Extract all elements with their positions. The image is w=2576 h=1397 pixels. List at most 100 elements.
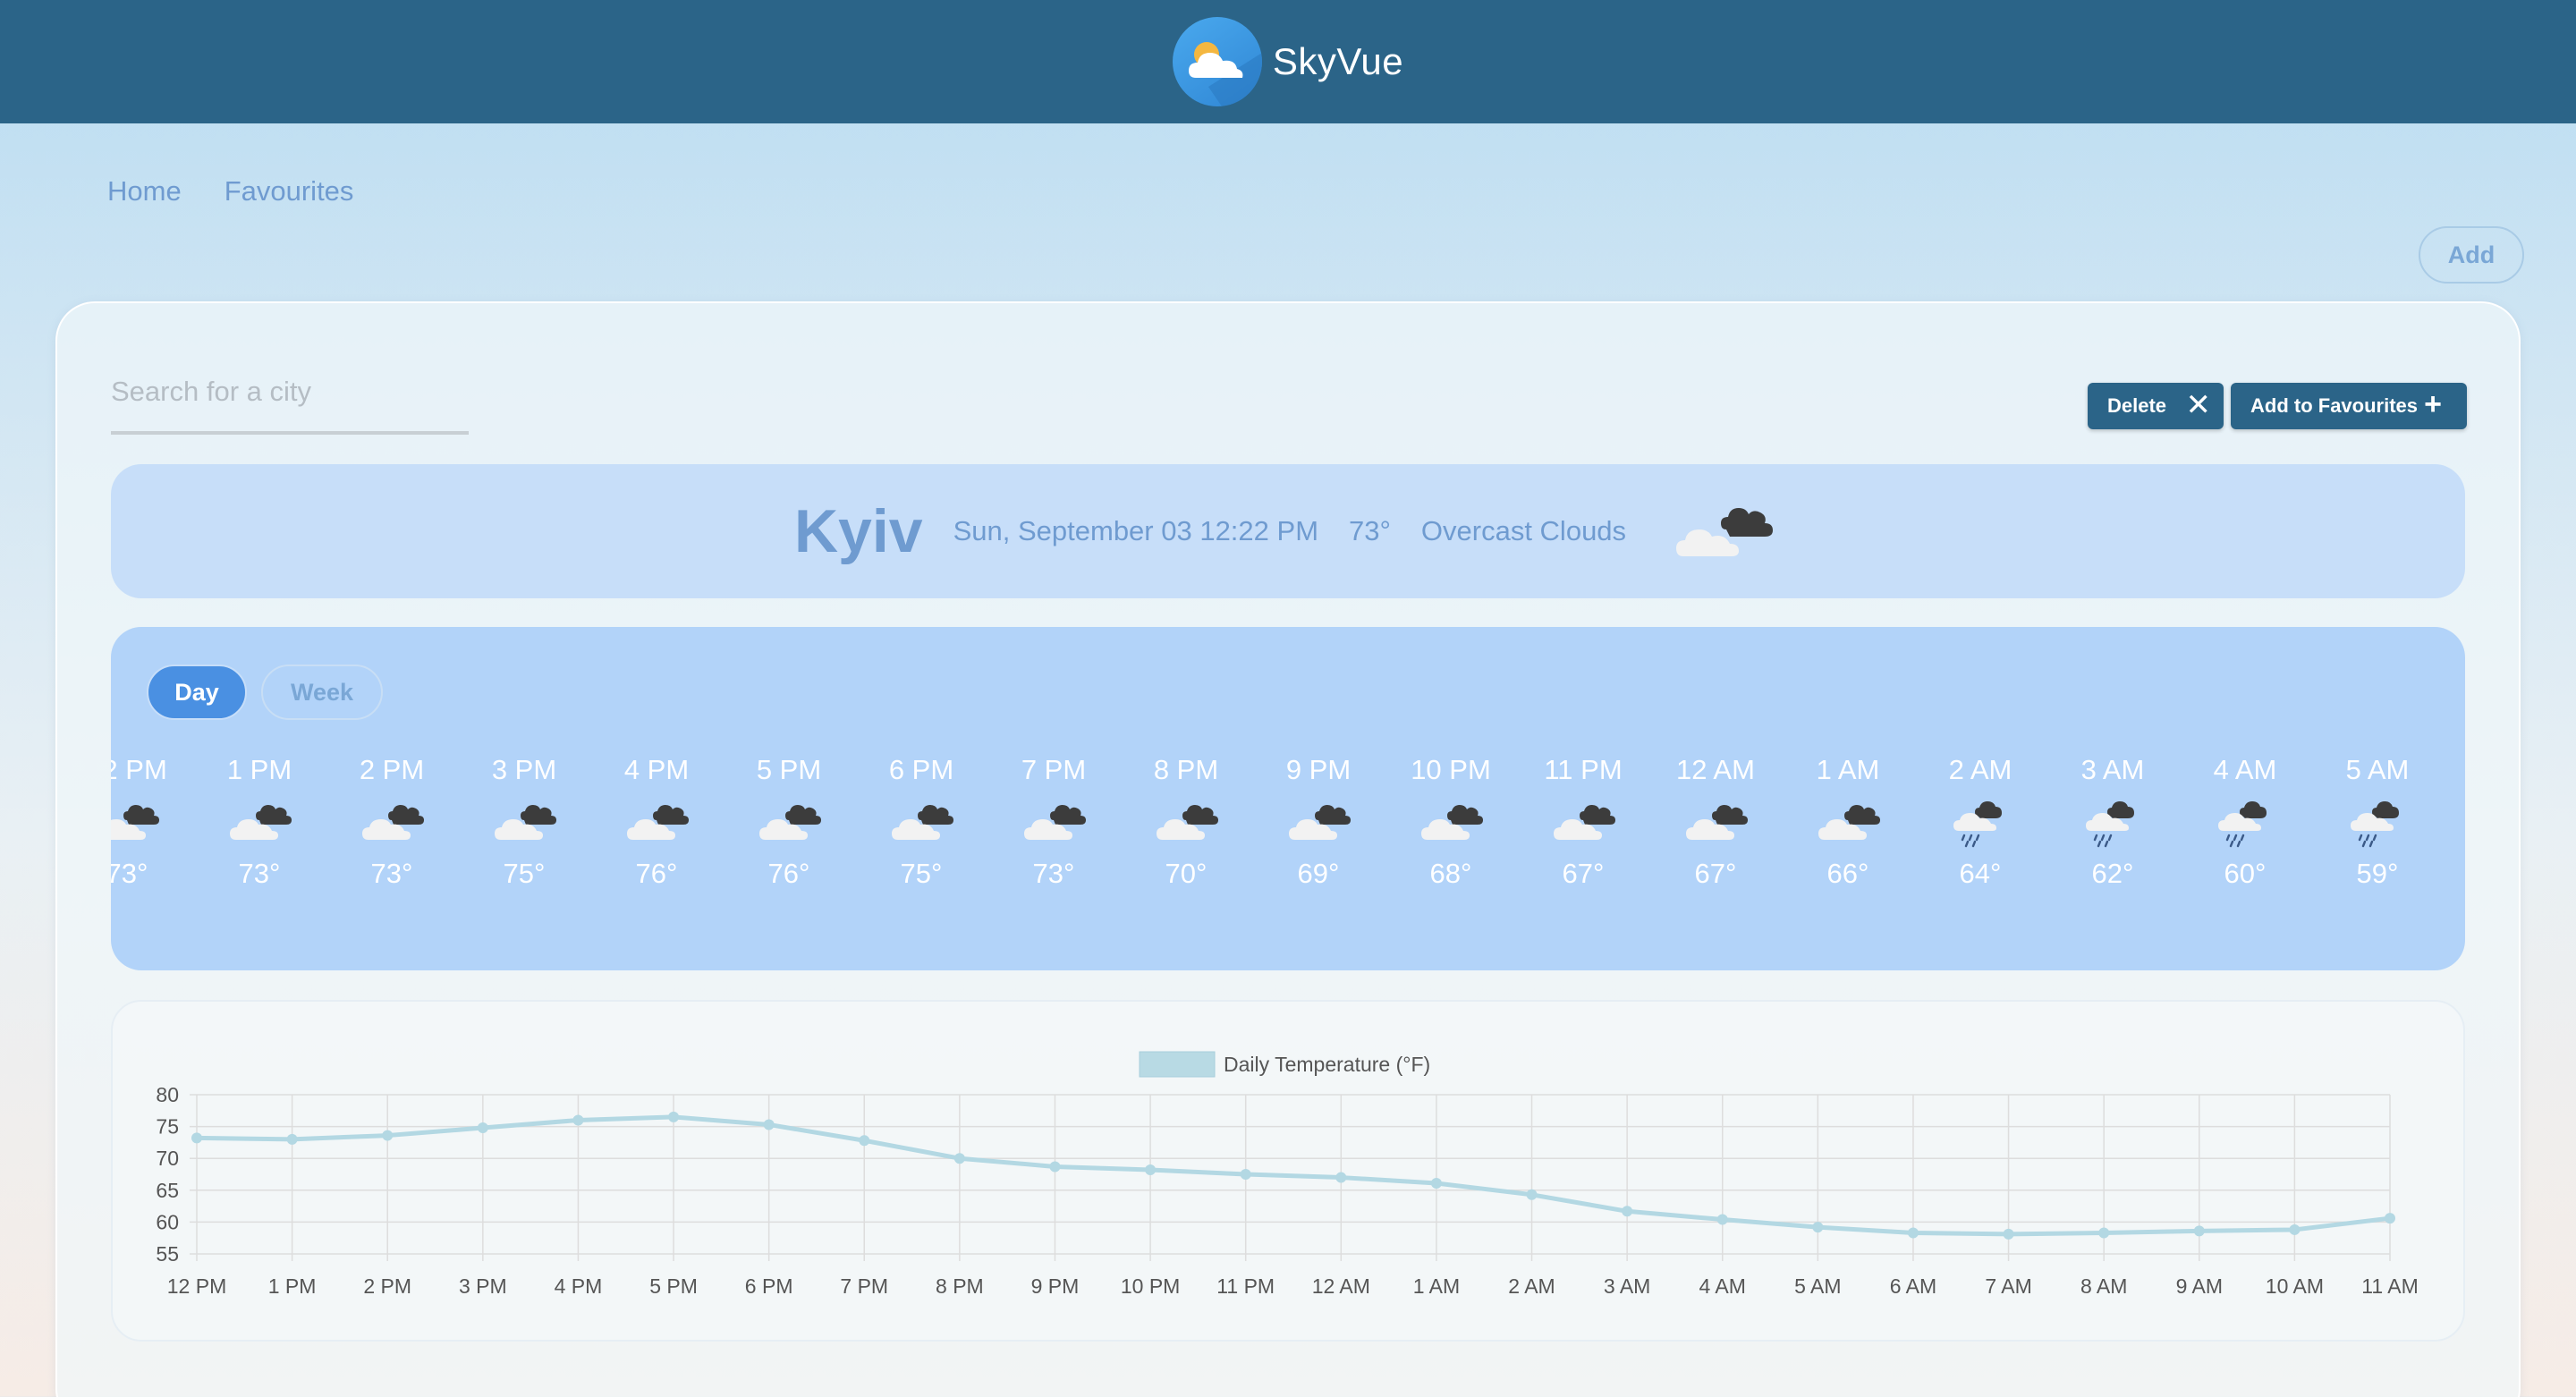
hourly-forecast-item: 2 PM 73° bbox=[326, 752, 458, 892]
x-tick-label: 10 AM bbox=[2266, 1274, 2324, 1298]
hour-time: 4 AM bbox=[2213, 754, 2277, 785]
x-tick-label: 5 PM bbox=[649, 1274, 698, 1298]
x-tick-label: 3 AM bbox=[1604, 1274, 1650, 1298]
plus-icon: + bbox=[2424, 387, 2442, 421]
data-point bbox=[1145, 1164, 1157, 1176]
hour-temp: 76° bbox=[767, 858, 810, 889]
hour-temp: 60° bbox=[2224, 858, 2267, 889]
search-input[interactable]: Search for a city bbox=[111, 358, 469, 435]
brand[interactable]: SkyVue bbox=[1172, 17, 1404, 106]
hour-temp: 73° bbox=[370, 858, 413, 889]
hour-time: 12 AM bbox=[1676, 754, 1755, 785]
hourly-forecast-item: 5 PM 76° bbox=[723, 752, 855, 892]
x-tick-label: 10 PM bbox=[1121, 1274, 1180, 1298]
hour-temp: 73° bbox=[111, 858, 148, 889]
current-condition: Overcast Clouds bbox=[1420, 515, 1627, 546]
y-tick-label: 70 bbox=[156, 1147, 179, 1170]
rain-cloud-icon bbox=[1914, 788, 2046, 856]
add-to-favourites-button[interactable]: Add to Favourites + bbox=[2231, 383, 2467, 429]
tab-day[interactable]: Day bbox=[147, 665, 247, 720]
data-point bbox=[191, 1132, 202, 1144]
rain-cloud-icon bbox=[2046, 788, 2179, 856]
legend-label: Daily Temperature (°F) bbox=[1224, 1053, 1430, 1076]
hour-temp: 75° bbox=[503, 858, 546, 889]
hour-time: 12 PM bbox=[111, 754, 167, 785]
x-tick-label: 9 AM bbox=[2176, 1274, 2223, 1298]
data-point bbox=[2003, 1228, 2014, 1240]
x-tick-label: 11 PM bbox=[1216, 1274, 1275, 1298]
nav-home[interactable]: Home bbox=[107, 175, 182, 207]
hour-temp: 59° bbox=[2356, 858, 2399, 889]
cloud-icon bbox=[1120, 788, 1252, 856]
hourly-forecast-list: 12 PM73°1 PM73°2 PM73°3 PM75°4 PM76°5 PM… bbox=[111, 752, 2465, 931]
x-tick-label: 11 AM bbox=[2361, 1274, 2419, 1298]
data-point bbox=[1716, 1214, 1728, 1225]
hour-time: 9 PM bbox=[1285, 754, 1352, 785]
hourly-forecast-item: 10 PM 68° bbox=[1385, 752, 1517, 892]
cloud-icon bbox=[1782, 788, 1914, 856]
y-tick-label: 60 bbox=[156, 1210, 179, 1233]
hourly-forecast-item: 12 AM 67° bbox=[1649, 752, 1782, 892]
data-point bbox=[1526, 1189, 1538, 1200]
hourly-forecast-item: 12 PM 73° bbox=[111, 752, 193, 892]
overcast-clouds-icon bbox=[1674, 494, 1782, 570]
hour-time: 1 AM bbox=[1816, 754, 1880, 785]
x-tick-label: 9 PM bbox=[1031, 1274, 1080, 1298]
hourly-forecast-item: 6 PM 75° bbox=[855, 752, 987, 892]
cloud-icon bbox=[855, 788, 987, 856]
x-tick-label: 4 AM bbox=[1699, 1274, 1746, 1298]
x-tick-label: 12 PM bbox=[167, 1274, 226, 1298]
y-tick-label: 75 bbox=[156, 1115, 179, 1139]
cloud-icon bbox=[987, 788, 1120, 856]
x-tick-label: 12 AM bbox=[1312, 1274, 1370, 1298]
hourly-forecast-item: 3 PM 75° bbox=[458, 752, 590, 892]
hourly-forecast-item: 11 PM 67° bbox=[1517, 752, 1649, 892]
header-bar: SkyVue bbox=[0, 0, 2576, 123]
data-point bbox=[668, 1111, 680, 1122]
hourly-forecast-item: 4 AM 60° bbox=[2179, 752, 2311, 892]
hourly-forecast-item: 7 PM 73° bbox=[987, 752, 1120, 892]
close-icon: ✕ bbox=[2185, 388, 2212, 422]
rain-cloud-icon bbox=[2179, 788, 2311, 856]
data-point bbox=[763, 1119, 775, 1130]
y-tick-label: 55 bbox=[156, 1242, 179, 1266]
x-tick-label: 1 AM bbox=[1413, 1274, 1460, 1298]
cloud-icon bbox=[1252, 788, 1385, 856]
delete-button[interactable]: Delete ✕ bbox=[2088, 383, 2224, 429]
hour-temp: 64° bbox=[1959, 858, 2002, 889]
x-tick-label: 3 PM bbox=[459, 1274, 507, 1298]
tab-week[interactable]: Week bbox=[261, 665, 383, 720]
hourly-forecast-item: 9 PM 69° bbox=[1252, 752, 1385, 892]
main-nav: Home Favourites bbox=[107, 175, 353, 207]
hourly-forecast-item: 8 PM 70° bbox=[1120, 752, 1252, 892]
cloud-icon bbox=[1385, 788, 1517, 856]
hour-temp: 69° bbox=[1297, 858, 1340, 889]
hourly-forecast-item: 2 AM 64° bbox=[1914, 752, 2046, 892]
hour-temp: 75° bbox=[900, 858, 943, 889]
x-tick-label: 1 PM bbox=[268, 1274, 317, 1298]
cloud-icon bbox=[326, 788, 458, 856]
data-point bbox=[2289, 1223, 2301, 1235]
hour-time: 1 PM bbox=[226, 754, 292, 785]
hour-time: 11 PM bbox=[1544, 754, 1623, 785]
hour-time: 6 PM bbox=[888, 754, 954, 785]
hour-time: 7 PM bbox=[1021, 754, 1087, 785]
delete-label: Delete bbox=[2107, 394, 2167, 417]
x-tick-label: 2 PM bbox=[363, 1274, 411, 1298]
current-datetime: Sun, September 03 12:22 PM bbox=[953, 515, 1319, 546]
hourly-forecast-item: 5 AM 59° bbox=[2311, 752, 2444, 892]
hour-time: 2 AM bbox=[1948, 754, 2012, 785]
hourly-forecast-item: 1 PM 73° bbox=[193, 752, 326, 892]
data-point bbox=[1049, 1161, 1061, 1173]
app-name: SkyVue bbox=[1272, 40, 1404, 82]
x-tick-label: 8 AM bbox=[2080, 1274, 2127, 1298]
hour-temp: 62° bbox=[2091, 858, 2134, 889]
add-button[interactable]: Add bbox=[2419, 226, 2524, 284]
data-point bbox=[1622, 1206, 1633, 1217]
hour-time: 4 PM bbox=[623, 754, 690, 785]
nav-favourites[interactable]: Favourites bbox=[225, 175, 354, 207]
cloud-icon bbox=[193, 788, 326, 856]
hourly-forecast-item: 1 AM 66° bbox=[1782, 752, 1914, 892]
hour-time: 3 AM bbox=[2080, 754, 2145, 785]
legend-swatch bbox=[1139, 1051, 1216, 1078]
